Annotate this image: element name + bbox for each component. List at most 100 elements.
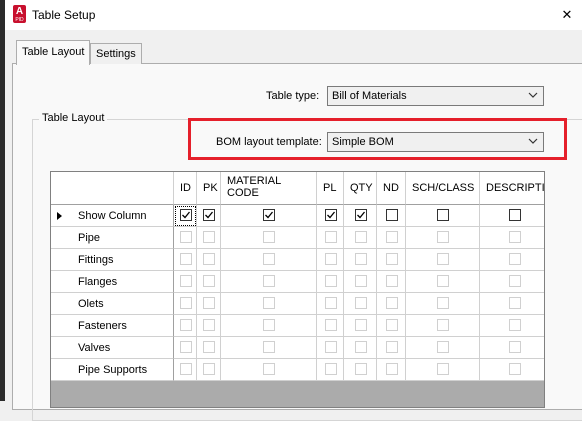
grid-cell[interactable] bbox=[317, 205, 344, 227]
grid-cell[interactable] bbox=[406, 227, 480, 249]
grid-cell[interactable] bbox=[317, 359, 344, 381]
grid-cell[interactable] bbox=[174, 227, 197, 249]
grid-cell[interactable] bbox=[344, 315, 377, 337]
grid-cell[interactable] bbox=[406, 205, 480, 227]
column-header[interactable]: ID bbox=[174, 172, 197, 205]
checkbox bbox=[180, 297, 192, 309]
checkbox[interactable] bbox=[386, 209, 398, 221]
grid-cell[interactable] bbox=[344, 359, 377, 381]
checkbox bbox=[180, 253, 192, 265]
grid-cell[interactable] bbox=[406, 249, 480, 271]
checked-checkbox[interactable] bbox=[325, 209, 337, 221]
row-header[interactable]: Olets bbox=[51, 293, 174, 315]
row-label: Pipe bbox=[78, 232, 101, 244]
grid-cell[interactable] bbox=[377, 249, 406, 271]
column-header[interactable]: QTY bbox=[344, 172, 377, 205]
grid-cell[interactable] bbox=[317, 293, 344, 315]
column-header[interactable]: ND bbox=[377, 172, 406, 205]
grid-cell[interactable] bbox=[317, 249, 344, 271]
row-header[interactable]: Fasteners bbox=[51, 315, 174, 337]
grid-cell[interactable] bbox=[377, 337, 406, 359]
grid-cell[interactable] bbox=[197, 271, 221, 293]
grid-cell[interactable] bbox=[197, 315, 221, 337]
column-header[interactable]: PK bbox=[197, 172, 221, 205]
checkbox bbox=[509, 275, 521, 287]
grid-cell[interactable] bbox=[197, 227, 221, 249]
grid-cell[interactable] bbox=[317, 315, 344, 337]
grid-cell[interactable] bbox=[480, 205, 544, 227]
checkbox[interactable] bbox=[509, 209, 521, 221]
grid-cell[interactable] bbox=[480, 359, 544, 381]
tab-table-layout[interactable]: Table Layout bbox=[16, 40, 91, 65]
grid-cell[interactable] bbox=[174, 271, 197, 293]
row-header[interactable]: Valves bbox=[51, 337, 174, 359]
grid-cell[interactable] bbox=[221, 205, 317, 227]
grid-cell[interactable] bbox=[480, 249, 544, 271]
grid-cell[interactable] bbox=[344, 249, 377, 271]
grid-cell[interactable] bbox=[344, 271, 377, 293]
row-header[interactable]: Show Column bbox=[51, 205, 174, 227]
grid-cell[interactable] bbox=[174, 315, 197, 337]
grid-cell[interactable] bbox=[221, 293, 317, 315]
grid-cell[interactable] bbox=[221, 337, 317, 359]
column-header[interactable]: MATERIAL CODE bbox=[221, 172, 317, 205]
grid-cell[interactable] bbox=[406, 337, 480, 359]
grid-cell[interactable] bbox=[174, 249, 197, 271]
grid-cell[interactable] bbox=[480, 293, 544, 315]
grid-cell[interactable] bbox=[377, 359, 406, 381]
grid-cell[interactable] bbox=[344, 205, 377, 227]
column-header[interactable]: DESCRIPTI bbox=[480, 172, 544, 205]
row-label: Fittings bbox=[78, 254, 114, 266]
row-header[interactable]: Pipe bbox=[51, 227, 174, 249]
row-header[interactable]: Flanges bbox=[51, 271, 174, 293]
table-layout-grid[interactable]: ID PK MATERIAL CODE PL QTY ND SCH/CLASS DESCRIPT… bbox=[50, 171, 545, 408]
grid-cell[interactable] bbox=[317, 337, 344, 359]
checked-checkbox[interactable] bbox=[263, 209, 275, 221]
grid-cell[interactable] bbox=[344, 227, 377, 249]
grid-cell[interactable] bbox=[377, 315, 406, 337]
grid-cell[interactable] bbox=[221, 315, 317, 337]
grid-cell[interactable] bbox=[344, 293, 377, 315]
grid-cell[interactable] bbox=[174, 293, 197, 315]
grid-cell[interactable] bbox=[221, 359, 317, 381]
grid-cell[interactable] bbox=[197, 337, 221, 359]
grid-cell[interactable] bbox=[221, 227, 317, 249]
grid-cell[interactable] bbox=[406, 293, 480, 315]
table-type-dropdown[interactable]: Bill of Materials bbox=[327, 86, 544, 106]
grid-cell[interactable] bbox=[377, 271, 406, 293]
grid-cell[interactable] bbox=[221, 271, 317, 293]
grid-cell[interactable] bbox=[406, 271, 480, 293]
grid-cell[interactable] bbox=[317, 227, 344, 249]
checked-checkbox[interactable] bbox=[203, 209, 215, 221]
grid-cell[interactable] bbox=[377, 293, 406, 315]
grid-cell[interactable] bbox=[480, 227, 544, 249]
grid-cell[interactable] bbox=[197, 205, 221, 227]
grid-cell[interactable] bbox=[174, 337, 197, 359]
grid-cell[interactable] bbox=[174, 359, 197, 381]
grid-cell[interactable] bbox=[197, 359, 221, 381]
grid-cell[interactable] bbox=[406, 359, 480, 381]
grid-cell[interactable] bbox=[197, 249, 221, 271]
grid-cell[interactable] bbox=[344, 337, 377, 359]
grid-cell[interactable] bbox=[480, 337, 544, 359]
checkbox[interactable] bbox=[437, 209, 449, 221]
checked-checkbox[interactable] bbox=[180, 209, 192, 221]
grid-cell[interactable] bbox=[406, 315, 480, 337]
checked-checkbox[interactable] bbox=[355, 209, 367, 221]
grid-cell[interactable] bbox=[480, 271, 544, 293]
grid-cell[interactable] bbox=[317, 271, 344, 293]
grid-cell[interactable] bbox=[221, 249, 317, 271]
column-header[interactable]: SCH/CLASS bbox=[406, 172, 480, 205]
grid-cell[interactable] bbox=[377, 205, 406, 227]
tab-settings[interactable]: Settings bbox=[90, 43, 142, 64]
grid-cell[interactable] bbox=[174, 205, 197, 227]
row-header[interactable]: Pipe Supports bbox=[51, 359, 174, 381]
close-button[interactable]: ✕ bbox=[552, 0, 582, 30]
checkbox bbox=[180, 363, 192, 375]
grid-cell[interactable] bbox=[480, 315, 544, 337]
row-header[interactable]: Fittings bbox=[51, 249, 174, 271]
grid-cell[interactable] bbox=[377, 227, 406, 249]
grid-cell[interactable] bbox=[197, 293, 221, 315]
checkbox bbox=[263, 297, 275, 309]
column-header[interactable]: PL bbox=[317, 172, 344, 205]
